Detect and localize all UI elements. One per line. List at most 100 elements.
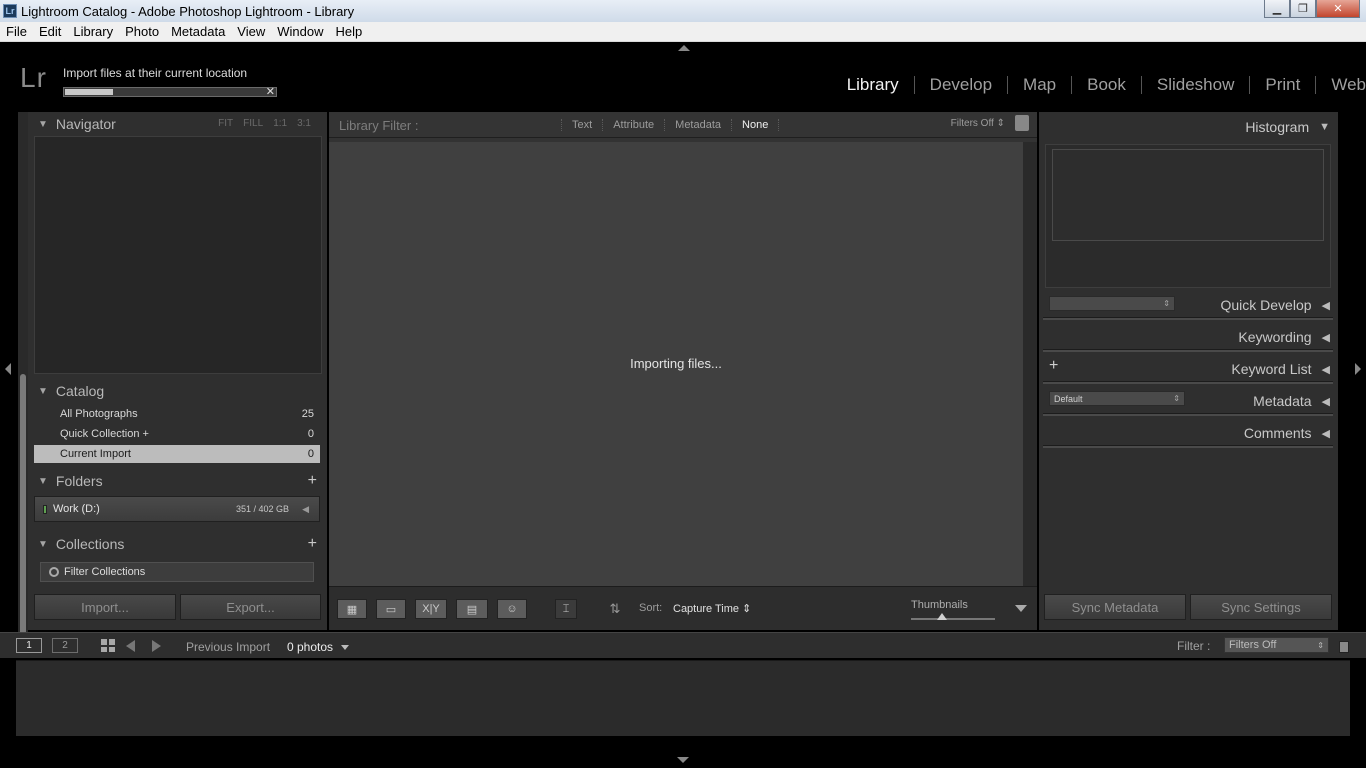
keywording-header[interactable]: Keywording ◀ bbox=[1039, 326, 1338, 348]
menu-window[interactable]: Window bbox=[271, 24, 328, 39]
module-print[interactable]: Print bbox=[1249, 76, 1315, 94]
secondary-window-button[interactable]: 2 bbox=[52, 638, 78, 653]
cancel-import-icon[interactable]: ✕ bbox=[266, 85, 275, 98]
drive-status-icon bbox=[43, 504, 47, 514]
people-view-icon[interactable]: ☺ bbox=[497, 599, 527, 619]
menu-library[interactable]: Library bbox=[67, 24, 118, 39]
menu-help[interactable]: Help bbox=[330, 24, 368, 39]
photo-count[interactable]: 0 photos bbox=[287, 640, 333, 654]
comments-header[interactable]: Comments ◀ bbox=[1039, 422, 1338, 444]
histogram-header[interactable]: Histogram ▼ bbox=[1039, 116, 1338, 138]
source-menu-chevron-icon[interactable] bbox=[341, 645, 349, 650]
maximize-button[interactable]: ❐ bbox=[1290, 0, 1316, 18]
menu-edit[interactable]: Edit bbox=[33, 24, 66, 39]
menu-view[interactable]: View bbox=[231, 24, 270, 39]
filmstrip-filter-select[interactable]: Filters Off ⇕ bbox=[1224, 637, 1329, 653]
close-button[interactable]: ✕ bbox=[1316, 0, 1360, 18]
zoom-fit[interactable]: FIT bbox=[218, 118, 233, 129]
navigator-preview[interactable] bbox=[34, 136, 322, 374]
left-panel-scrollbar[interactable] bbox=[18, 112, 28, 636]
filter-tab-text[interactable]: Text bbox=[561, 119, 602, 131]
library-filter-bar: Library Filter : Text Attribute Metadata… bbox=[329, 112, 1037, 138]
menu-metadata[interactable]: Metadata bbox=[165, 24, 230, 39]
metadata-header[interactable]: Metadata ◀ bbox=[1039, 390, 1338, 412]
filter-tab-none[interactable]: None bbox=[731, 119, 780, 131]
import-button[interactable]: Import... bbox=[34, 594, 176, 620]
zoom-1-1[interactable]: 1:1 bbox=[273, 118, 287, 129]
filter-switch-icon[interactable] bbox=[1339, 641, 1349, 653]
thumbnail-size-slider[interactable] bbox=[911, 613, 995, 620]
folders-header[interactable]: ▼ Folders + bbox=[28, 469, 327, 493]
sort-direction-icon[interactable]: ⇅ bbox=[599, 599, 631, 619]
module-slideshow[interactable]: Slideshow bbox=[1140, 76, 1250, 94]
menu-bar: File Edit Library Photo Metadata View Wi… bbox=[0, 22, 1366, 42]
forward-arrow-icon[interactable] bbox=[152, 640, 161, 652]
filter-tab-metadata[interactable]: Metadata bbox=[664, 119, 731, 131]
module-map[interactable]: Map bbox=[1007, 76, 1071, 94]
menu-file[interactable]: File bbox=[0, 24, 32, 39]
grid-view-icon[interactable]: ▦ bbox=[337, 599, 367, 619]
lock-icon[interactable] bbox=[1015, 115, 1029, 131]
top-panel-toggle-icon[interactable] bbox=[678, 45, 690, 51]
filter-tab-attribute[interactable]: Attribute bbox=[602, 119, 664, 131]
expand-triangle-icon[interactable]: ◀ bbox=[1322, 363, 1330, 376]
loupe-view-icon[interactable]: ▭ bbox=[376, 599, 406, 619]
catalog-item-all-photographs[interactable]: All Photographs 25 bbox=[34, 405, 320, 423]
histogram-title: Histogram bbox=[1245, 119, 1310, 135]
left-panel-toggle-icon[interactable] bbox=[5, 363, 11, 375]
compare-view-icon[interactable]: X|Y bbox=[415, 599, 447, 619]
collapse-triangle-icon[interactable]: ▼ bbox=[1319, 121, 1330, 133]
back-arrow-icon[interactable] bbox=[126, 640, 135, 652]
filmstrip[interactable] bbox=[16, 660, 1350, 736]
add-folder-icon[interactable]: + bbox=[308, 472, 317, 490]
center-view: Library Filter : Text Attribute Metadata… bbox=[329, 112, 1037, 630]
keyword-list-header[interactable]: Keyword List ◀ bbox=[1039, 358, 1338, 380]
grid-view[interactable]: Importing files... bbox=[329, 142, 1023, 586]
bottom-panel-toggle-icon[interactable] bbox=[677, 757, 689, 763]
add-collection-icon[interactable]: + bbox=[308, 535, 317, 553]
expand-triangle-icon[interactable]: ◀ bbox=[1322, 427, 1330, 440]
sync-settings-button[interactable]: Sync Settings bbox=[1190, 594, 1332, 620]
expand-triangle-icon[interactable]: ◀ bbox=[1322, 299, 1330, 312]
grid-icon[interactable] bbox=[101, 639, 115, 652]
minimize-button[interactable]: ▁ bbox=[1264, 0, 1290, 18]
grid-scrollbar[interactable] bbox=[1023, 142, 1037, 586]
keywording-title: Keywording bbox=[1238, 329, 1312, 345]
module-book[interactable]: Book bbox=[1071, 76, 1141, 94]
toolbar-menu-chevron-icon[interactable] bbox=[1015, 605, 1027, 612]
painter-icon[interactable]: ⌶ bbox=[555, 599, 577, 619]
main-window-button[interactable]: 1 bbox=[16, 638, 42, 653]
export-button[interactable]: Export... bbox=[180, 594, 321, 620]
sync-metadata-button[interactable]: Sync Metadata bbox=[1044, 594, 1186, 620]
expand-triangle-icon[interactable]: ◀ bbox=[1322, 331, 1330, 344]
filter-collections-input[interactable]: Filter Collections bbox=[40, 562, 314, 582]
catalog-item-current-import[interactable]: Current Import 0 bbox=[34, 445, 320, 463]
catalog-header[interactable]: ▼ Catalog bbox=[28, 379, 327, 403]
survey-view-icon[interactable]: ▤ bbox=[456, 599, 488, 619]
right-panel-toggle-icon[interactable] bbox=[1355, 363, 1361, 375]
zoom-3-1[interactable]: 3:1 bbox=[297, 118, 311, 129]
filmstrip-source[interactable]: Previous Import bbox=[186, 640, 270, 654]
menu-photo[interactable]: Photo bbox=[119, 24, 164, 39]
search-icon bbox=[49, 567, 59, 577]
catalog-item-quick-collection[interactable]: Quick Collection + 0 bbox=[34, 425, 320, 443]
expand-triangle-icon[interactable]: ◀ bbox=[1322, 395, 1330, 408]
expand-triangle-icon[interactable]: ◀ bbox=[302, 504, 309, 515]
collapse-triangle-icon[interactable]: ▼ bbox=[38, 539, 48, 550]
sort-dropdown[interactable]: Capture Time ⇕ bbox=[673, 602, 751, 615]
collections-header[interactable]: ▼ Collections + bbox=[28, 532, 327, 556]
module-develop[interactable]: Develop bbox=[913, 76, 1007, 94]
catalog-item-label: Quick Collection + bbox=[60, 428, 149, 440]
module-web[interactable]: Web bbox=[1315, 76, 1366, 94]
zoom-fill[interactable]: FILL bbox=[243, 118, 263, 129]
quick-develop-header[interactable]: Quick Develop ◀ bbox=[1039, 294, 1338, 316]
module-library[interactable]: Library bbox=[832, 76, 914, 94]
filter-presets-dropdown[interactable]: Filters Off ⇕ bbox=[951, 118, 1005, 129]
collapse-triangle-icon[interactable]: ▼ bbox=[38, 476, 48, 487]
collapse-triangle-icon[interactable]: ▼ bbox=[38, 386, 48, 397]
folder-volume-work[interactable]: Work (D:) 351 / 402 GB ◀ bbox=[34, 496, 320, 522]
slider-knob[interactable] bbox=[937, 613, 947, 620]
scrollbar-thumb[interactable] bbox=[20, 374, 26, 636]
collapse-triangle-icon[interactable]: ▼ bbox=[38, 119, 48, 130]
panel-divider bbox=[1043, 317, 1333, 320]
